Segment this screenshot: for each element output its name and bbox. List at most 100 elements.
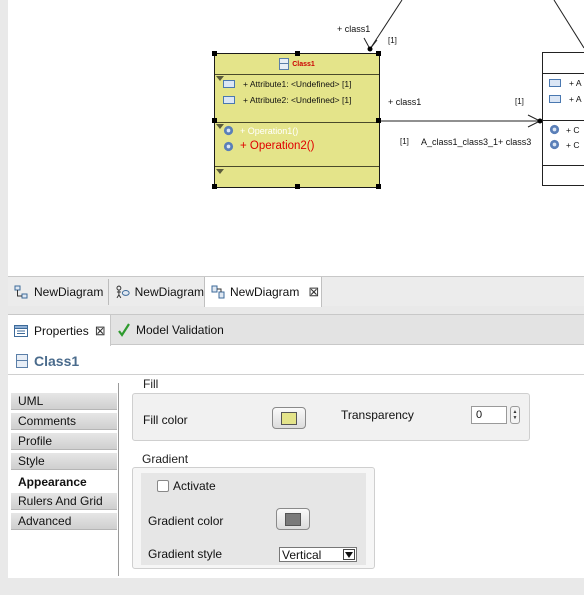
gradient-group-label: Gradient (142, 452, 189, 466)
transparency-stepper[interactable]: ▲ ▼ (510, 406, 520, 424)
gradient-color-button[interactable] (276, 508, 310, 530)
tab-new-diagram-3-active[interactable]: NewDiagram ⊠ (204, 277, 322, 307)
class1-box[interactable]: Class1 + Attribute1: <Undefined> [1] + A… (212, 51, 381, 189)
properties-view: Properties ⊠ Model Validation Class1 UML… (8, 314, 584, 578)
category-label: Comments (18, 414, 77, 428)
category-rulers-and-grid[interactable]: Rulers And Grid (11, 493, 117, 510)
attribute-1-text: + Attribute1: <Undefined> [1] (243, 79, 352, 89)
category-style[interactable]: Style (11, 453, 117, 470)
diagram-canvas[interactable]: Class1 + Attribute1: <Undefined> [1] + A… (8, 0, 584, 276)
resize-handle-w[interactable] (212, 118, 217, 123)
resize-handle-se[interactable] (376, 184, 381, 189)
resize-handle-nw[interactable] (212, 51, 217, 56)
class1-title[interactable]: Class1 (215, 54, 379, 74)
class3-operation-2-text: + C (566, 139, 580, 150)
operation-gear-icon (223, 141, 234, 151)
resize-handle-sw[interactable] (212, 184, 217, 189)
class3-attribute-1-text: + A (569, 78, 582, 88)
gradient-color-swatch (285, 512, 301, 526)
role-label-top[interactable]: + class1 (337, 24, 370, 34)
class3-operation-1-text: + C (566, 124, 580, 135)
attribute-row-1[interactable]: + Attribute1: <Undefined> [1] (223, 79, 351, 89)
operation-gear-icon (549, 124, 560, 135)
tab-label: Model Validation (136, 323, 224, 337)
close-tab-icon[interactable]: ⊠ (308, 284, 319, 300)
gradient-style-select[interactable]: Vertical (279, 547, 357, 562)
activate-label[interactable]: Activate (173, 479, 216, 493)
tab-label: NewDiagram (134, 285, 204, 299)
gradient-style-label: Gradient style (148, 547, 223, 561)
tab-properties[interactable]: Properties ⊠ (8, 315, 111, 346)
association-end-dot-top (367, 46, 373, 52)
resize-handle-n[interactable] (295, 51, 300, 56)
class3-attribute-row-1[interactable]: + A (549, 78, 582, 88)
resize-handle-ne[interactable] (376, 51, 381, 56)
stepper-down-icon[interactable]: ▼ (513, 415, 518, 421)
category-label: Profile (18, 434, 53, 448)
operation-row-2[interactable]: + Operation2() (223, 140, 314, 152)
transparency-label: Transparency (341, 408, 414, 422)
class3-attribute-2-text: + A (569, 94, 582, 104)
multiplicity-label-right[interactable]: [1] (515, 97, 524, 106)
tab-new-diagram-1[interactable]: NewDiagram (8, 277, 108, 307)
class-diagram-icon (211, 285, 225, 299)
class3-operation-row-1[interactable]: + C (549, 124, 579, 135)
category-profile[interactable]: Profile (11, 433, 117, 450)
tab-label: Properties (34, 323, 89, 338)
resize-handle-e[interactable] (376, 118, 381, 123)
activate-checkbox[interactable] (157, 480, 169, 492)
tab-label: NewDiagram (34, 285, 104, 299)
association-line-top-right[interactable] (553, 0, 584, 49)
category-label: Style (18, 454, 45, 468)
tab-model-validation[interactable]: Model Validation (118, 315, 248, 345)
attribute-2-text: + Attribute2: <Undefined> [1] (243, 95, 352, 105)
fill-group: Fill color Transparency 0 ▲ ▼ (132, 393, 530, 441)
category-comments[interactable]: Comments (11, 413, 117, 430)
collapse-nested-icon[interactable] (216, 169, 224, 174)
class3-attr-separator (543, 73, 584, 74)
class1-name: Class1 (292, 60, 315, 68)
operation-row-1[interactable]: + Operation1() (223, 125, 298, 136)
class3-operation-row-2[interactable]: + C (549, 139, 579, 150)
category-list: UML Comments Profile Style Appearance Ru… (11, 383, 119, 576)
category-label: UML (18, 394, 44, 408)
fill-group-label: Fill (143, 377, 159, 391)
class3-attribute-row-2[interactable]: + A (549, 94, 582, 104)
selection-title: Class1 (16, 351, 79, 371)
class-icon (16, 354, 28, 368)
diagram-icon (14, 285, 28, 299)
association-multiplicity-label[interactable]: [1] (400, 137, 409, 146)
operation-1-text: + Operation1() (240, 125, 299, 136)
category-uml[interactable]: UML (11, 393, 117, 410)
attributes-separator (215, 74, 379, 75)
dropdown-arrow-icon[interactable] (343, 549, 355, 560)
role-label-right[interactable]: + class1 (388, 97, 421, 107)
properties-tab-bar: Properties ⊠ Model Validation (8, 315, 584, 346)
resize-handle-s[interactable] (295, 184, 300, 189)
diagram-tab-bar: NewDiagram NewDiagram NewDiagram ⊠ (8, 276, 584, 307)
attribute-row-2[interactable]: + Attribute2: <Undefined> [1] (223, 95, 351, 105)
check-icon (118, 323, 130, 337)
close-tab-icon[interactable]: ⊠ (95, 323, 106, 339)
class3-bottom-separator (543, 165, 584, 166)
association-name-label[interactable]: A_class1_class3_1+ class3 (421, 137, 531, 147)
transparency-input[interactable]: 0 (471, 406, 507, 424)
category-appearance[interactable]: Appearance (11, 473, 117, 490)
operations-separator (215, 122, 379, 123)
multiplicity-label-top[interactable]: [1] (388, 36, 397, 45)
gradient-color-label: Gradient color (148, 514, 224, 528)
fill-color-swatch (281, 411, 297, 425)
category-label: Rulers And Grid (18, 494, 103, 508)
fill-color-button[interactable] (272, 407, 306, 429)
tab-label: NewDiagram (230, 285, 300, 299)
association-line-top[interactable] (369, 0, 403, 50)
operation-2-text: + Operation2() (240, 140, 315, 152)
attribute-icon (223, 80, 235, 88)
attribute-icon (549, 79, 561, 87)
tab-new-diagram-2[interactable]: NewDiagram (109, 277, 204, 307)
category-label: Advanced (18, 514, 72, 528)
category-advanced[interactable]: Advanced (11, 513, 117, 530)
category-label: Appearance (18, 474, 87, 489)
class3-op-separator (543, 120, 584, 121)
class3-box[interactable]: + A + A + C + C (542, 52, 584, 186)
